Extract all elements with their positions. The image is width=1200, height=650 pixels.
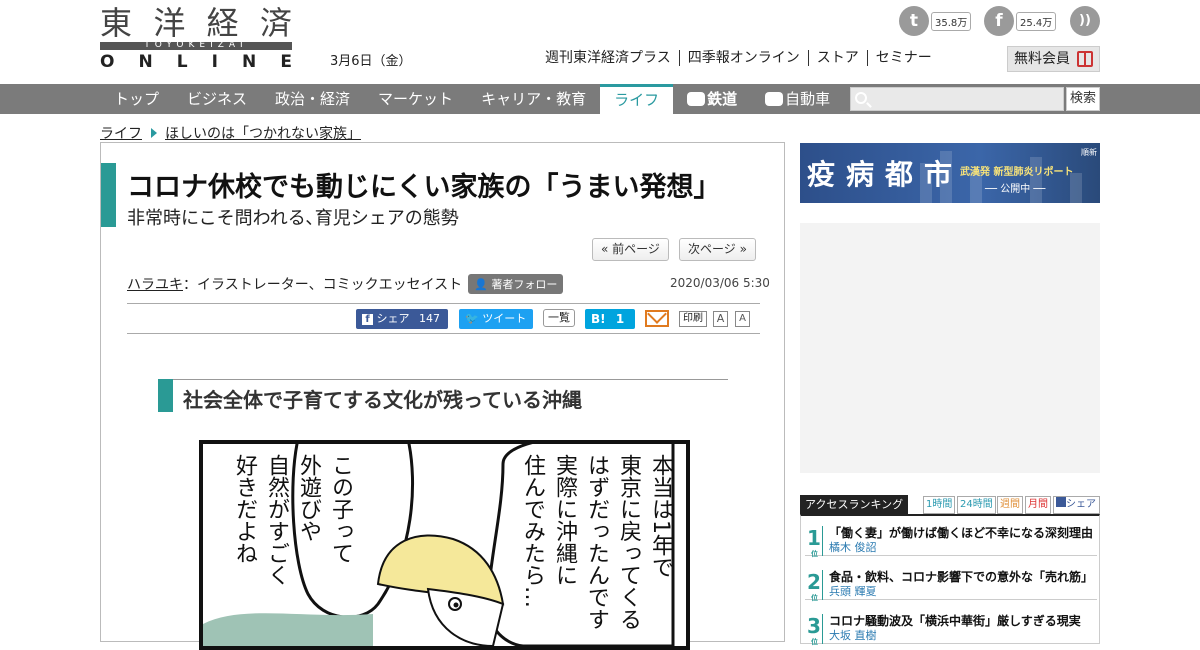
facebook-icon	[1056, 497, 1066, 507]
section-accent-bar	[158, 379, 173, 412]
author-role: ：イラストレーター、コミックエッセイスト	[183, 277, 463, 293]
twitter-icon: t	[899, 6, 929, 36]
ranking-item[interactable]: 1位 「働く妻」が働けば働くほど不幸になる深刻理由 橘木 俊詔	[805, 520, 1097, 558]
ad-placeholder	[800, 223, 1100, 473]
speech-bubble-right: 本当は1年で 東京に戻ってくる はずだったんです 実際に沖縄に 住んでみたら…	[520, 454, 673, 630]
mail-icon[interactable]	[645, 310, 669, 327]
follow-author-button[interactable]: 👤 著者フォロー	[468, 274, 564, 294]
main-nav: トップ ビジネス 政治・経済 マーケット キャリア・教育 ライフ 鉄道 自動車 …	[0, 84, 1200, 114]
banner-subtitle: 武漢発 新型肺炎リポート	[960, 167, 1074, 178]
facebook-count: 25.4万	[1016, 11, 1057, 31]
article-subtitle: 非常時にこそ問われる､育児シェアの態勢	[127, 208, 459, 229]
twitter-bird-icon: 🐦	[465, 312, 479, 325]
ranking-item[interactable]: 3位 コロナ騒動波及「横浜中華街」厳しすぎる現実 大坂 直樹	[805, 608, 1097, 646]
speech-bubble-left: この子って 外遊びや 自然がすごく 好きだよね	[232, 454, 353, 586]
current-date: 3月6日（金）	[330, 54, 412, 69]
rank-author[interactable]: 大坂 直樹	[829, 627, 877, 643]
rank-number: 3位	[807, 614, 823, 646]
banner-tag: 順新	[1081, 148, 1097, 157]
breadcrumb-series[interactable]: ほしいのは「つかれない家族」	[165, 123, 361, 143]
ranking-list: 1位 「働く妻」が働けば働くほど不幸になる深刻理由 橘木 俊詔 2位 食品・飲料…	[800, 514, 1100, 646]
facebook-share-button[interactable]: f シェア 147	[356, 309, 448, 329]
site-header: 東 洋 経 済 TOYOKEIZAI O N L I N E 3月6日（金） 週…	[0, 0, 1200, 84]
section-rule	[173, 379, 728, 380]
article-title: コロナ休校でも動じにくい家族の「うまい発想」	[127, 172, 721, 203]
facebook-follow[interactable]: f 25.4万	[984, 6, 1057, 36]
print-button[interactable]: 印刷	[679, 311, 707, 327]
search-input[interactable]	[850, 87, 1064, 111]
tab-weekly[interactable]: 週間	[997, 496, 1023, 514]
title-accent-bar	[101, 163, 116, 227]
nav-business[interactable]: ビジネス	[173, 84, 261, 114]
train-icon	[687, 92, 706, 106]
ranking-item[interactable]: 2位 食品・飲料、コロナ影響下での意外な「売れ筋」 兵頭 輝夏	[805, 564, 1097, 602]
nav-top[interactable]: トップ	[100, 84, 173, 114]
site-logo[interactable]: 東 洋 経 済 TOYOKEIZAI O N L I N E	[100, 4, 292, 72]
search-button[interactable]: 検索	[1066, 87, 1100, 111]
link-shikiho[interactable]: 四季報オンライン	[678, 50, 808, 66]
car-icon	[765, 92, 784, 106]
logo-band: TOYOKEIZAI	[100, 40, 292, 50]
logo-online: O N L I N E	[100, 52, 292, 72]
next-page-button[interactable]: 次ページ »	[679, 238, 756, 261]
tab-1hour[interactable]: 1時間	[923, 496, 956, 514]
byline: ハラユキ ：イラストレーター、コミックエッセイスト 👤 著者フォロー	[127, 274, 564, 294]
tab-share[interactable]: シェア	[1053, 496, 1100, 514]
top-links: 週刊東洋経済プラス 四季報オンライン ストア セミナー	[537, 50, 940, 66]
font-size-small-button[interactable]: A	[713, 311, 728, 327]
nav-railway[interactable]: 鉄道	[673, 84, 751, 114]
nav-life[interactable]: ライフ	[600, 84, 674, 114]
link-weekly-plus[interactable]: 週刊東洋経済プラス	[537, 50, 679, 66]
nav-career-education[interactable]: キャリア・教育	[467, 84, 600, 114]
manga-illustration: 本当は1年で 東京に戻ってくる はずだったんです 実際に沖縄に 住んでみたら… …	[199, 440, 690, 650]
tab-monthly[interactable]: 月間	[1025, 496, 1051, 514]
nav-market[interactable]: マーケット	[364, 84, 467, 114]
author-link[interactable]: ハラユキ	[127, 274, 183, 294]
breadcrumb-section[interactable]: ライフ	[100, 123, 142, 143]
nav-politics-economy[interactable]: 政治・経済	[261, 84, 364, 114]
rss-icon: ))	[1070, 6, 1100, 36]
ranking-header: アクセスランキング 1時間 24時間 週間 月間 シェア	[800, 495, 1100, 515]
share-bar: f シェア 147 🐦 ツイート 一覧 B! 1 印刷 A A	[127, 303, 760, 334]
tweet-button[interactable]: 🐦 ツイート	[459, 309, 533, 329]
tweet-list-link[interactable]: 一覧	[543, 309, 575, 327]
link-store[interactable]: ストア	[807, 50, 867, 66]
search-icon	[855, 92, 867, 104]
twitter-count: 35.8万	[931, 11, 972, 31]
banner-title: 疫病都市	[807, 158, 964, 191]
link-seminar[interactable]: セミナー	[866, 50, 940, 66]
banner-status: ── 公開中 ──	[985, 184, 1046, 195]
font-size-large-button[interactable]: A	[735, 311, 750, 327]
breadcrumb: ライフ ほしいのは「つかれない家族」	[100, 123, 361, 143]
hatena-bookmark-button[interactable]: B! 1	[585, 309, 635, 329]
facebook-icon: f	[984, 6, 1014, 36]
facebook-icon: f	[362, 314, 373, 325]
rss-link[interactable]: ))	[1070, 6, 1100, 36]
article: コロナ休校でも動じにくい家族の「うまい発想」 非常時にこそ問われる､育児シェアの…	[100, 142, 785, 650]
section-heading: 社会全体で子育てする文化が残っている沖縄	[183, 388, 582, 412]
rank-number: 1位	[807, 526, 823, 558]
logo-kanji: 東 洋 経 済	[100, 4, 292, 42]
nav-automobile[interactable]: 自動車	[751, 84, 844, 114]
gift-icon	[1077, 51, 1093, 67]
free-member-button[interactable]: 無料会員	[1007, 46, 1100, 72]
breadcrumb-arrow-icon	[151, 128, 157, 138]
publish-date: 2020/03/06 5:30	[670, 276, 770, 290]
tab-24hours[interactable]: 24時間	[957, 496, 996, 514]
rank-number: 2位	[807, 570, 823, 602]
prev-page-button[interactable]: « 前ページ	[592, 238, 669, 261]
rank-author[interactable]: 橘木 俊詔	[829, 539, 877, 555]
rank-author[interactable]: 兵頭 輝夏	[829, 583, 877, 599]
ranking-label: アクセスランキング	[800, 495, 909, 515]
twitter-follow[interactable]: t 35.8万	[899, 6, 972, 36]
